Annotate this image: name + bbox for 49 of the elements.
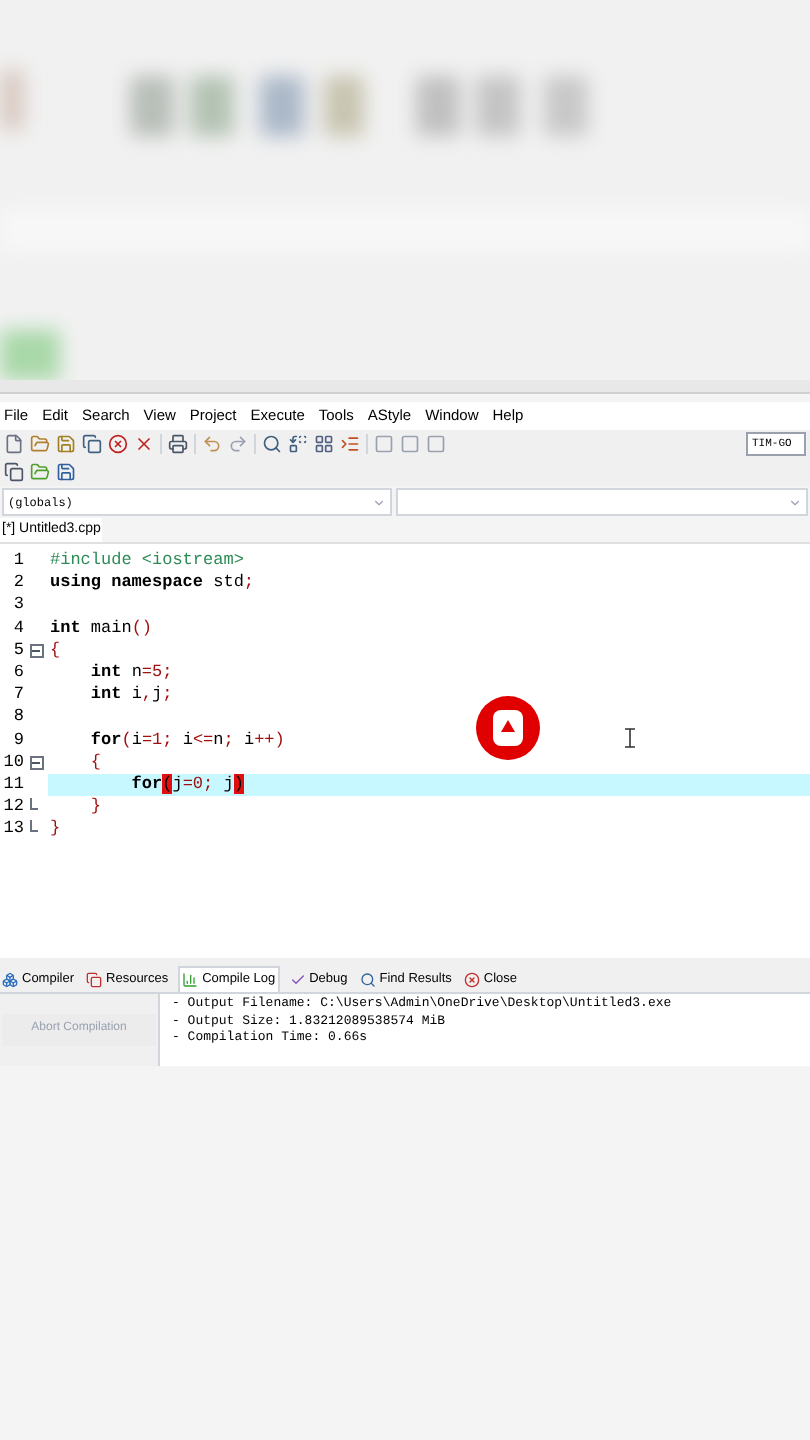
code-line: int i,j; bbox=[88, 684, 173, 705]
line-number: 1 bbox=[11, 550, 24, 573]
line-number: 13 bbox=[1, 818, 24, 841]
code-editor[interactable]: 1 #include <iostream> 2 using namespace std; 3 4 int main() 5 { 6 int n=5; 7 int i,j; 8 9 for(i=1; i<=n; i++) 10 { 11 for(j=0; j) 12 } 13 } bbox=[0, 542, 810, 958]
stack-icon bbox=[86, 971, 103, 987]
copy-icon[interactable] bbox=[82, 434, 102, 454]
line-number: 5 bbox=[11, 639, 24, 662]
line-number: 10 bbox=[1, 751, 24, 774]
chevron-down-icon bbox=[788, 495, 802, 509]
chevron-down-icon bbox=[372, 495, 386, 509]
line-number: 2 bbox=[11, 572, 24, 595]
line-number: 9 bbox=[11, 729, 24, 752]
code-line: for(j=0; j) bbox=[129, 773, 244, 794]
code-line: using namespace std; bbox=[50, 572, 255, 593]
indent-icon[interactable] bbox=[340, 434, 360, 454]
code-line: #include <iostream> bbox=[50, 550, 244, 570]
close-icon bbox=[463, 971, 480, 987]
record-icon[interactable] bbox=[474, 694, 542, 762]
code-line: } bbox=[50, 818, 61, 839]
line-number: 4 bbox=[11, 617, 24, 640]
file-icon[interactable] bbox=[4, 434, 24, 454]
line-number: 3 bbox=[11, 594, 24, 618]
line-number: 8 bbox=[11, 706, 24, 729]
code-line: { bbox=[50, 639, 61, 660]
line-number: 6 bbox=[11, 661, 24, 685]
check-icon bbox=[289, 971, 306, 987]
text-cursor-icon bbox=[624, 728, 636, 748]
collapse-icon[interactable] bbox=[29, 643, 43, 658]
code-line: for(i=1; i<=n; i++) bbox=[88, 729, 285, 749]
search-icon[interactable] bbox=[262, 434, 282, 454]
code-line: } bbox=[88, 796, 102, 817]
printer-icon[interactable] bbox=[168, 434, 188, 454]
save-icon[interactable] bbox=[56, 434, 76, 454]
replace-icon[interactable] bbox=[288, 434, 308, 454]
code-line: int n=5; bbox=[88, 661, 173, 682]
close-icon[interactable] bbox=[108, 434, 128, 454]
save-icon[interactable] bbox=[56, 462, 76, 482]
bar-chart-icon bbox=[182, 972, 199, 988]
copy-icon[interactable] bbox=[4, 462, 24, 482]
blocks-icon bbox=[2, 971, 18, 987]
close-icon[interactable] bbox=[134, 434, 154, 454]
search-icon bbox=[359, 971, 376, 987]
line-number: 12 bbox=[1, 796, 24, 819]
line-number: 7 bbox=[11, 684, 24, 707]
code-line: int main() bbox=[50, 617, 153, 638]
collapse-icon[interactable] bbox=[29, 755, 43, 770]
grid-icon[interactable] bbox=[314, 434, 334, 454]
line-number: 11 bbox=[1, 773, 24, 797]
code-line: { bbox=[88, 751, 102, 772]
